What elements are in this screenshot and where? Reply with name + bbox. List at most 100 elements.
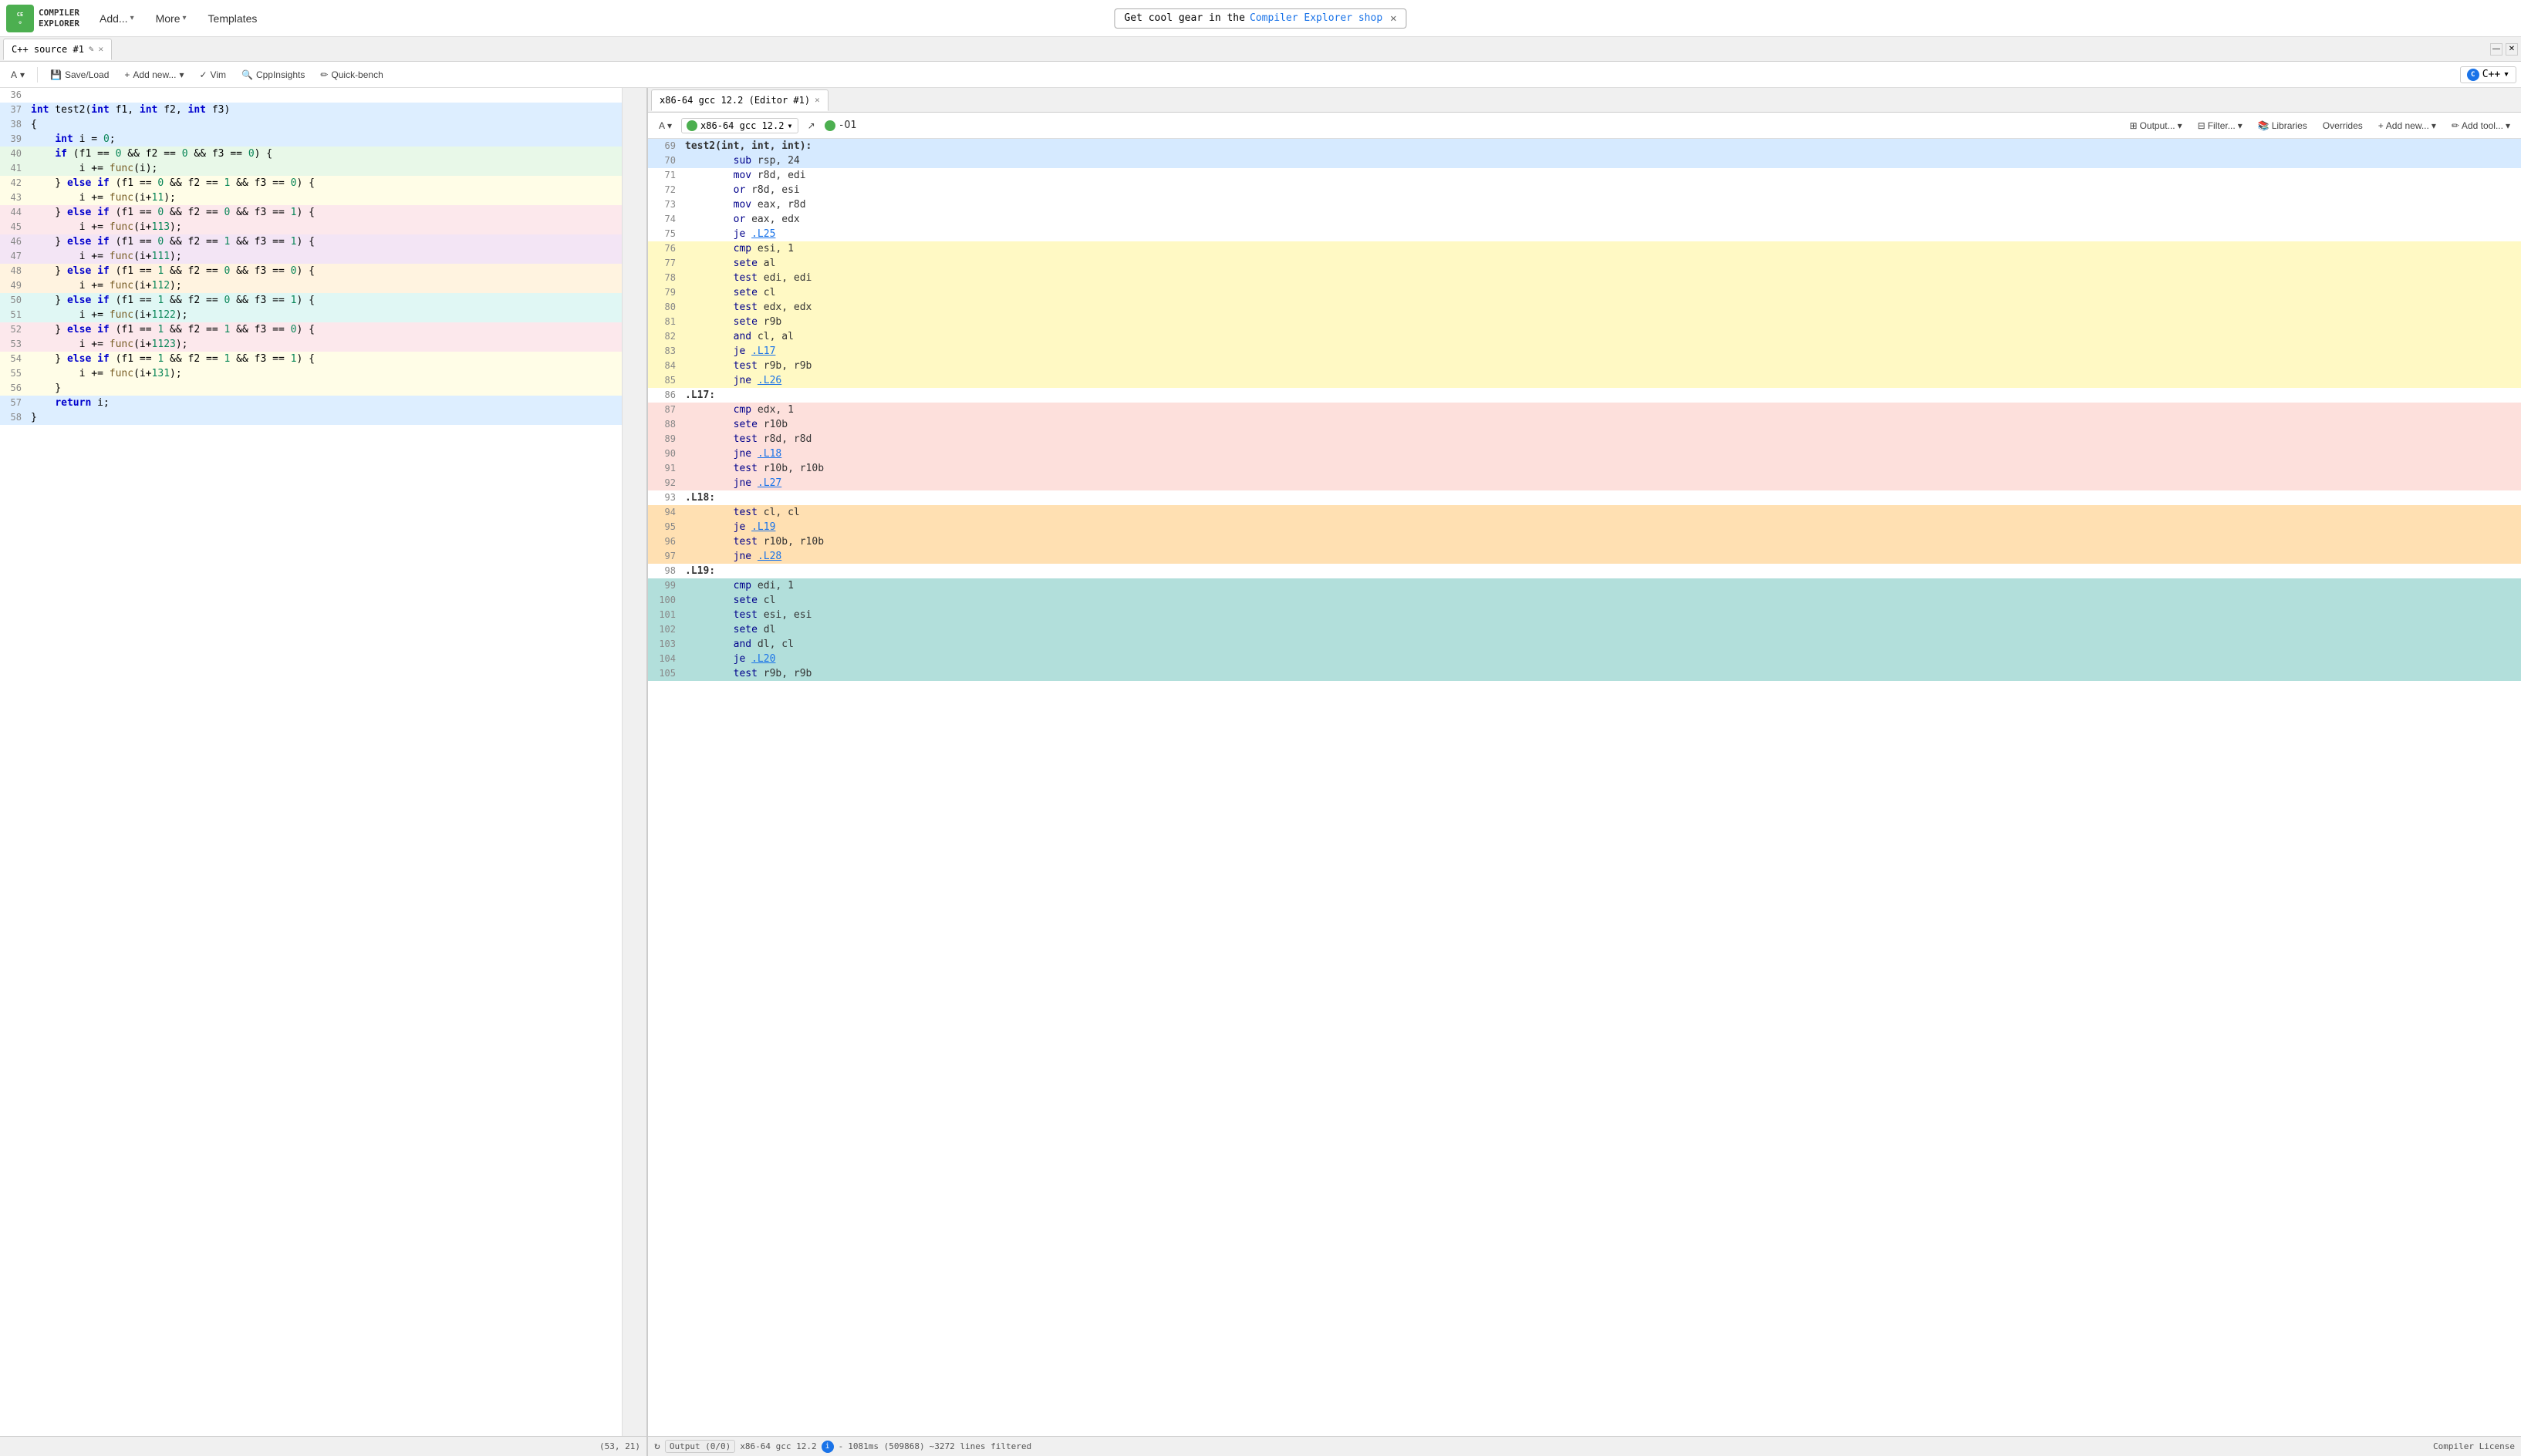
asm-label: test2(int, int, int): [685,140,812,152]
asm-line: 95 je .L19 [648,520,2521,534]
asm-line: 104 je .L20 [648,652,2521,666]
asm-line: 73 mov eax, r8d [648,197,2521,212]
asm-line-content: .L17: [682,388,2521,403]
asm-jump-target[interactable]: .L26 [758,375,781,386]
asm-line-number: 83 [648,344,682,359]
line-content: i += func(i+131); [28,366,622,381]
quick-bench-button[interactable]: ✏ Quick-bench [314,67,389,83]
asm-instruction: test [734,609,758,621]
asm-jump-target[interactable]: .L28 [758,551,781,562]
add-tool-button[interactable]: ✏ Add tool... ▾ [2445,118,2516,133]
close-window-button[interactable]: ✕ [2506,43,2518,56]
asm-line: 71 mov r8d, edi [648,168,2521,183]
line-number: 58 [0,410,28,425]
line-content: } else if (f1 == 1 && f2 == 1 && f3 == 1… [28,352,622,366]
asm-line-content: cmp esi, 1 [682,241,2521,256]
asm-jump-target[interactable]: .L20 [751,653,775,665]
asm-add-new-button[interactable]: + Add new... ▾ [2372,118,2442,133]
asm-line-content: jne .L28 [682,549,2521,564]
asm-instruction: or [734,184,746,196]
libraries-button[interactable]: 📚 Libraries [2252,118,2313,133]
asm-instruction: mov [734,199,751,211]
output-caret-icon: ▾ [2178,120,2182,131]
asm-jump-target[interactable]: .L19 [751,521,775,533]
asm-jump-target[interactable]: .L17 [751,345,775,357]
promo-close-button[interactable]: ✕ [1390,12,1396,25]
asm-line: 78 test edi, edi [648,271,2521,285]
code-line: 53 i += func(i+1123); [0,337,622,352]
asm-a-button[interactable]: A ▾ [653,118,678,133]
editor-tab-close[interactable]: ✕ [99,44,104,54]
asm-line-content: test cl, cl [682,505,2521,520]
asm-line-number: 92 [648,476,682,490]
asm-operands: rsp, 24 [751,155,800,167]
asm-line: 85 jne .L26 [648,373,2521,388]
asm-operands: al [758,258,775,269]
asm-operands: .L17 [745,345,775,357]
asm-line: 88 sete r10b [648,417,2521,432]
vim-button[interactable]: ✓ Vim [193,67,232,83]
minimize-button[interactable]: — [2490,43,2502,56]
editor-tab-cpp[interactable]: C++ source #1 ✎ ✕ [3,39,112,60]
asm-operands: r8d, edi [751,170,805,181]
asm-line-content: test esi, esi [682,608,2521,622]
asm-line-number: 86 [648,388,682,403]
asm-jump-target[interactable]: .L27 [758,477,781,489]
save-load-button[interactable]: 💾 Save/Load [44,67,115,83]
asm-line: 99 cmp edi, 1 [648,578,2521,593]
overrides-button[interactable]: Overrides [2317,118,2369,133]
line-number: 40 [0,147,28,161]
asm-operands: .L26 [751,375,781,386]
asm-line: 84 test r9b, r9b [648,359,2521,373]
promo-link[interactable]: Compiler Explorer shop [1250,12,1382,24]
output-button[interactable]: ⊞ Output... ▾ [2124,118,2189,133]
asm-instruction: test [734,433,758,445]
line-content: int test2(int f1, int f2, int f3) [28,103,622,117]
line-content: { [28,117,622,132]
line-content: i += func(i+11); [28,190,622,205]
more-button[interactable]: More ▾ [148,9,194,28]
asm-a-caret-icon: ▾ [667,120,672,131]
asm-line-content: je .L20 [682,652,2521,666]
asm-tab-close[interactable]: ✕ [815,95,820,105]
main-layout: 3637int test2(int f1, int f2, int f3)38{… [0,88,2521,1456]
output-badge[interactable]: Output (0/0) [665,1440,735,1453]
line-number: 44 [0,205,28,220]
asm-jump-target[interactable]: .L25 [751,228,775,240]
timing-text: - [839,1441,844,1451]
cpp-insights-button[interactable]: 🔍 CppInsights [235,67,311,83]
asm-line-number: 74 [648,212,682,227]
asm-instruction: cmp [734,243,751,254]
asm-line-content: or r8d, esi [682,183,2521,197]
asm-tab[interactable]: x86-64 gcc 12.2 (Editor #1) ✕ [651,89,829,111]
asm-line-number: 98 [648,564,682,578]
optimization-flags-input[interactable] [839,120,877,131]
editor-status-bar: (53, 21) [0,1436,646,1456]
asm-line: 101 test esi, esi [648,608,2521,622]
open-external-button[interactable]: ↗ [802,118,822,133]
add-new-button[interactable]: + Add new... ▾ [118,67,190,83]
cursor-position: (53, 21) [599,1441,640,1451]
editor-a-button[interactable]: A ▾ [5,67,31,83]
asm-instruction: and [734,331,751,342]
asm-tab-title: x86-64 gcc 12.2 (Editor #1) [660,95,810,106]
filter-button[interactable]: ⊟ Filter... ▾ [2192,118,2249,133]
language-selector[interactable]: C C++ ▾ [2460,66,2516,83]
compiler-selector[interactable]: x86-64 gcc 12.2 ▾ [681,118,798,133]
asm-line: 89 test r8d, r8d [648,432,2521,447]
edit-icon: ✎ [89,44,94,54]
add-button[interactable]: Add... ▾ [92,9,142,28]
asm-operands: r10b [758,419,788,430]
line-content: } else if (f1 == 0 && f2 == 0 && f3 == 1… [28,205,622,220]
asm-jump-target[interactable]: .L18 [758,448,781,460]
compiler-license[interactable]: Compiler License [2433,1441,2515,1451]
templates-button[interactable]: Templates [201,9,265,28]
asm-operands: r10b, r10b [758,463,824,474]
asm-scroll-area[interactable]: 69test2(int, int, int):70 sub rsp, 2471 … [648,139,2521,1436]
asm-line-content: and dl, cl [682,637,2521,652]
code-scroll-area[interactable]: 3637int test2(int f1, int f2, int f3)38{… [0,88,622,1436]
line-number: 56 [0,381,28,396]
code-line: 56 } [0,381,622,396]
reload-icon[interactable]: ↻ [654,1441,660,1452]
vim-icon: ✓ [199,69,207,80]
